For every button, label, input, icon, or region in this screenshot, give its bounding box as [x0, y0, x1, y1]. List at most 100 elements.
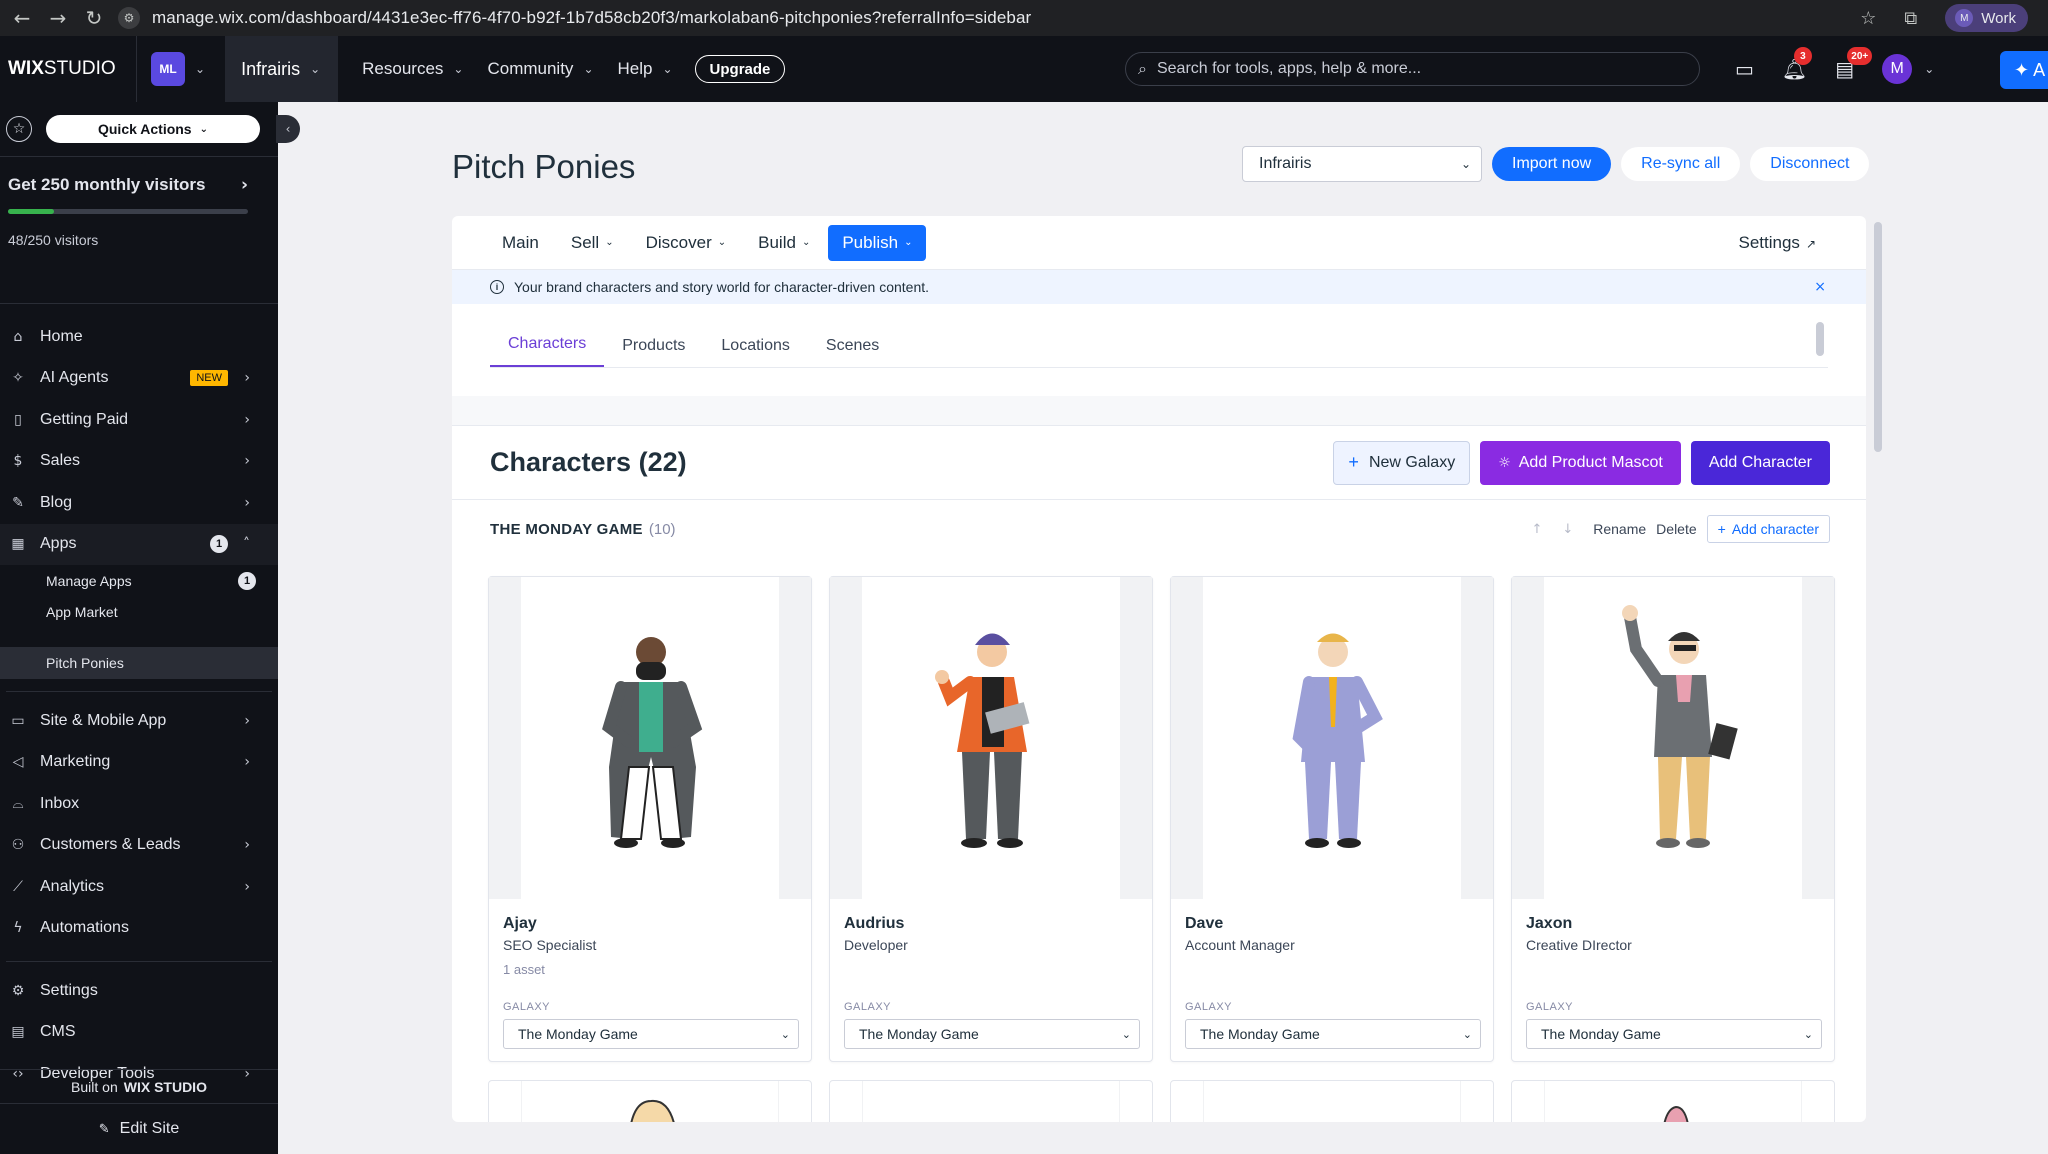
- user-avatar[interactable]: M: [1882, 54, 1913, 84]
- disconnect-button[interactable]: Disconnect: [1750, 147, 1870, 181]
- character-card[interactable]: Ajay SEO Specialist 1 asset GALAXY The M…: [488, 576, 812, 1062]
- sidebar-item-marketing[interactable]: ◁ Marketing ›: [0, 742, 278, 784]
- wix-studio-logo[interactable]: WIXSTUDIO: [8, 58, 136, 80]
- tab-main[interactable]: Main: [502, 233, 539, 253]
- section-divider: [452, 368, 1866, 426]
- info-icon: i: [490, 280, 504, 294]
- chevron-down-icon[interactable]: ⌄: [1924, 62, 1934, 76]
- subtab-scenes[interactable]: Scenes: [808, 337, 897, 367]
- chevron-right-icon: ›: [244, 754, 250, 771]
- site-select[interactable]: Infrairis ⌄: [1242, 146, 1482, 182]
- menu-community[interactable]: Community ⌄: [487, 59, 593, 79]
- character-name: Ajay: [503, 915, 537, 932]
- character-name: Jaxon: [1526, 915, 1573, 932]
- ai-assistant-button[interactable]: ✦ A: [2000, 51, 2048, 89]
- move-down-icon[interactable]: ↓: [1562, 522, 1573, 537]
- add-character-button[interactable]: Add Character: [1690, 440, 1830, 485]
- character-card[interactable]: [829, 1080, 1153, 1122]
- visitors-title: Get 250 monthly visitors: [8, 175, 206, 194]
- chat-icon[interactable]: ▭: [1735, 57, 1754, 81]
- extensions-icon[interactable]: ⧉: [1904, 8, 1917, 29]
- sidebar-item-cms[interactable]: ▤ CMS: [0, 1012, 278, 1054]
- sidebar-item-home[interactable]: ⌂ Home: [0, 316, 278, 358]
- upgrade-button[interactable]: Upgrade: [694, 55, 786, 83]
- visitors-goal-card[interactable]: Get 250 monthly visitors › 48/250 visitor…: [0, 156, 278, 304]
- move-up-icon[interactable]: ↑: [1531, 522, 1542, 537]
- profile-label: Work: [1981, 9, 2016, 27]
- sidebar-item-apps[interactable]: ▦ Apps 1 ˄: [0, 523, 278, 565]
- galaxy-select-value: The Monday Game: [859, 1026, 979, 1042]
- sidebar-item-customers-leads[interactable]: ⚇ Customers & Leads ›: [0, 825, 278, 867]
- sidebar-item-blog[interactable]: ✎ Blog ›: [0, 482, 278, 524]
- sidebar-item-getting-paid[interactable]: ▯ Getting Paid ›: [0, 399, 278, 441]
- reload-icon[interactable]: ↻: [80, 6, 108, 30]
- character-cards-next-row: [488, 1080, 1852, 1122]
- subtab-characters[interactable]: Characters: [490, 335, 605, 367]
- galaxy-select[interactable]: The Monday Game ⌄: [503, 1019, 799, 1049]
- panel-scrollbar[interactable]: [1874, 222, 1882, 452]
- sidebar-item-settings[interactable]: ⚙ Settings: [0, 970, 278, 1012]
- app-nav: Main Sell ⌄ Discover ⌄ Build ⌄ Publish ⌄ Set…: [452, 216, 1866, 270]
- character-card[interactable]: Audrius Developer GALAXY The Monday Game…: [829, 576, 1153, 1062]
- tab-publish[interactable]: Publish ⌄: [828, 224, 927, 261]
- sidebar-item-ai-agents[interactable]: ✧ AI Agents NEW ›: [0, 358, 278, 400]
- workspace-selector[interactable]: ML ⌄: [136, 36, 213, 102]
- sidebar-item-analytics[interactable]: ⟋ Analytics ›: [0, 866, 278, 908]
- galaxy-select[interactable]: The Monday Game ⌄: [1526, 1019, 1822, 1049]
- subtabs-scrollbar[interactable]: [1816, 322, 1824, 356]
- character-card[interactable]: Dave Account Manager GALAXY The Monday G…: [1170, 576, 1494, 1062]
- bookmark-star-icon[interactable]: ☆: [1860, 8, 1876, 29]
- bolt-icon: ϟ: [13, 920, 23, 937]
- sidebar-item-pitch-ponies[interactable]: Pitch Ponies: [0, 647, 278, 679]
- delete-galaxy-button[interactable]: Delete: [1656, 521, 1696, 537]
- sidebar-item-inbox[interactable]: ⌓ Inbox: [0, 783, 278, 825]
- site-info-icon[interactable]: ⚙: [118, 7, 140, 29]
- character-card[interactable]: Jaxon Creative DIrector GALAXY The Monda…: [1511, 576, 1835, 1062]
- sidebar-subitem-app-market[interactable]: App Market: [0, 596, 278, 627]
- add-product-mascot-button[interactable]: ☼ Add Product Mascot: [1480, 440, 1681, 485]
- tab-build[interactable]: Build ⌄: [758, 233, 810, 253]
- favorites-star-icon[interactable]: ☆: [6, 116, 32, 142]
- menu-resources[interactable]: Resources ⌄: [362, 59, 463, 79]
- bell-icon[interactable]: 🔔︎ 3: [1782, 47, 1812, 81]
- tab-sell[interactable]: Sell ⌄: [571, 233, 614, 253]
- sidebar-item-site-mobile-app[interactable]: ▭ Site & Mobile App ›: [0, 700, 278, 742]
- chevron-right-icon: ›: [244, 712, 250, 729]
- sparkle-icon: ✦: [2014, 59, 2030, 81]
- subtab-locations[interactable]: Locations: [703, 337, 808, 367]
- galaxy-select[interactable]: The Monday Game ⌄: [1185, 1019, 1481, 1049]
- new-galaxy-button[interactable]: + New Galaxy: [1333, 440, 1471, 485]
- address-bar[interactable]: ⚙ manage.wix.com/dashboard/4431e3ec-ff76…: [118, 3, 1918, 33]
- galaxy-label: GALAXY: [1526, 1001, 1574, 1013]
- sidebar-item-automations[interactable]: ϟ Automations: [0, 908, 278, 950]
- character-cards: Ajay SEO Specialist 1 asset GALAXY The M…: [488, 576, 1852, 1062]
- tab-discover[interactable]: Discover ⌄: [646, 233, 727, 253]
- back-icon[interactable]: ←: [8, 6, 36, 30]
- plus-icon: +: [1348, 452, 1359, 472]
- edit-site-button[interactable]: ✎ Edit Site: [0, 1103, 278, 1154]
- import-now-button[interactable]: Import now: [1492, 147, 1612, 181]
- galaxy-select[interactable]: The Monday Game ⌄: [844, 1019, 1140, 1049]
- character-card[interactable]: [1511, 1080, 1835, 1122]
- built-on-footer: Built on WIX STUDIO: [0, 1069, 278, 1103]
- sidebar-item-label: Site & Mobile App: [40, 711, 167, 729]
- settings-link[interactable]: Settings ↗: [1739, 233, 1817, 253]
- rename-galaxy-button[interactable]: Rename: [1593, 521, 1646, 537]
- resync-all-button[interactable]: Re-sync all: [1621, 147, 1741, 181]
- character-illustration-partial: [1663, 1105, 1689, 1122]
- browser-profile-chip[interactable]: M Work: [1945, 4, 2028, 32]
- character-card[interactable]: [488, 1080, 812, 1122]
- character-card[interactable]: [1170, 1080, 1494, 1122]
- quick-actions-button[interactable]: Quick Actions ⌄: [46, 115, 260, 143]
- close-icon[interactable]: ×: [1814, 279, 1826, 295]
- subtab-products[interactable]: Products: [604, 337, 703, 367]
- site-selector[interactable]: Infrairis ⌄: [225, 36, 339, 102]
- sidebar-subitem-manage-apps[interactable]: Manage Apps 1: [0, 565, 278, 596]
- add-character-to-galaxy-button[interactable]: + Add character: [1706, 515, 1830, 543]
- url-text[interactable]: manage.wix.com/dashboard/4431e3ec-ff76-4…: [152, 8, 1031, 28]
- updates-icon[interactable]: ▤ 20+: [1835, 47, 1873, 81]
- forward-icon[interactable]: →: [44, 6, 72, 30]
- sidebar-item-sales[interactable]: $ Sales ›: [0, 441, 278, 483]
- menu-help[interactable]: Help ⌄: [618, 59, 673, 79]
- search-input[interactable]: ⌕ Search for tools, apps, help & more...: [1125, 52, 1700, 86]
